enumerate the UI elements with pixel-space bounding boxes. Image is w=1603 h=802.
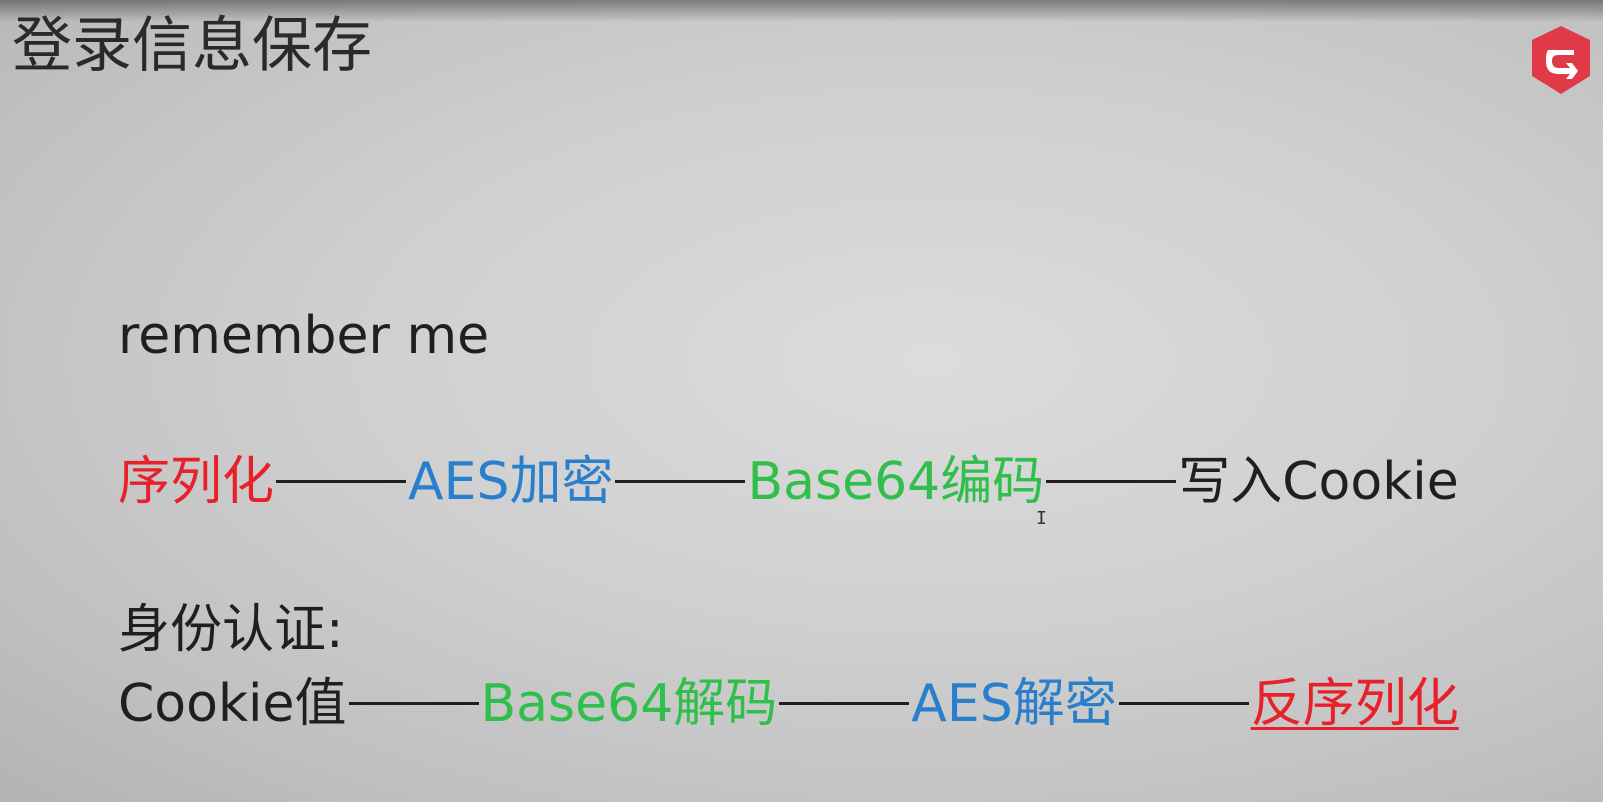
shield-logo-icon (1528, 24, 1594, 96)
auth-flow: Cookie值 Base64解码 AES解密 反序列化 (118, 672, 1459, 736)
save-step-aes-encrypt: AES加密 (408, 452, 614, 512)
flow-arrow-line (1046, 479, 1177, 483)
auth-label: 身份认证: (118, 600, 344, 660)
flow-arrow-line (1118, 701, 1249, 705)
slide-title: 登录信息保存 (12, 11, 372, 81)
remember-me-label: remember me (118, 306, 490, 366)
flow-arrow-line (779, 701, 910, 705)
text-cursor-icon: I (1036, 508, 1047, 529)
auth-step-deserialize: 反序列化 (1250, 674, 1459, 734)
auth-step-cookie-value: Cookie值 (118, 674, 347, 734)
save-step-serialize: 序列化 (118, 452, 275, 512)
flow-arrow-line (348, 701, 479, 705)
flow-arrow-line (276, 479, 407, 483)
auth-step-aes-decrypt: AES解密 (911, 674, 1117, 734)
auth-step-base64-decode: Base64解码 (480, 674, 778, 734)
save-flow: 序列化 AES加密 Base64编码 写入Cookie (118, 450, 1459, 514)
save-step-write-cookie: 写入Cookie (1178, 452, 1459, 512)
save-step-base64-encode: Base64编码 (747, 452, 1045, 512)
flow-arrow-line (615, 479, 746, 483)
